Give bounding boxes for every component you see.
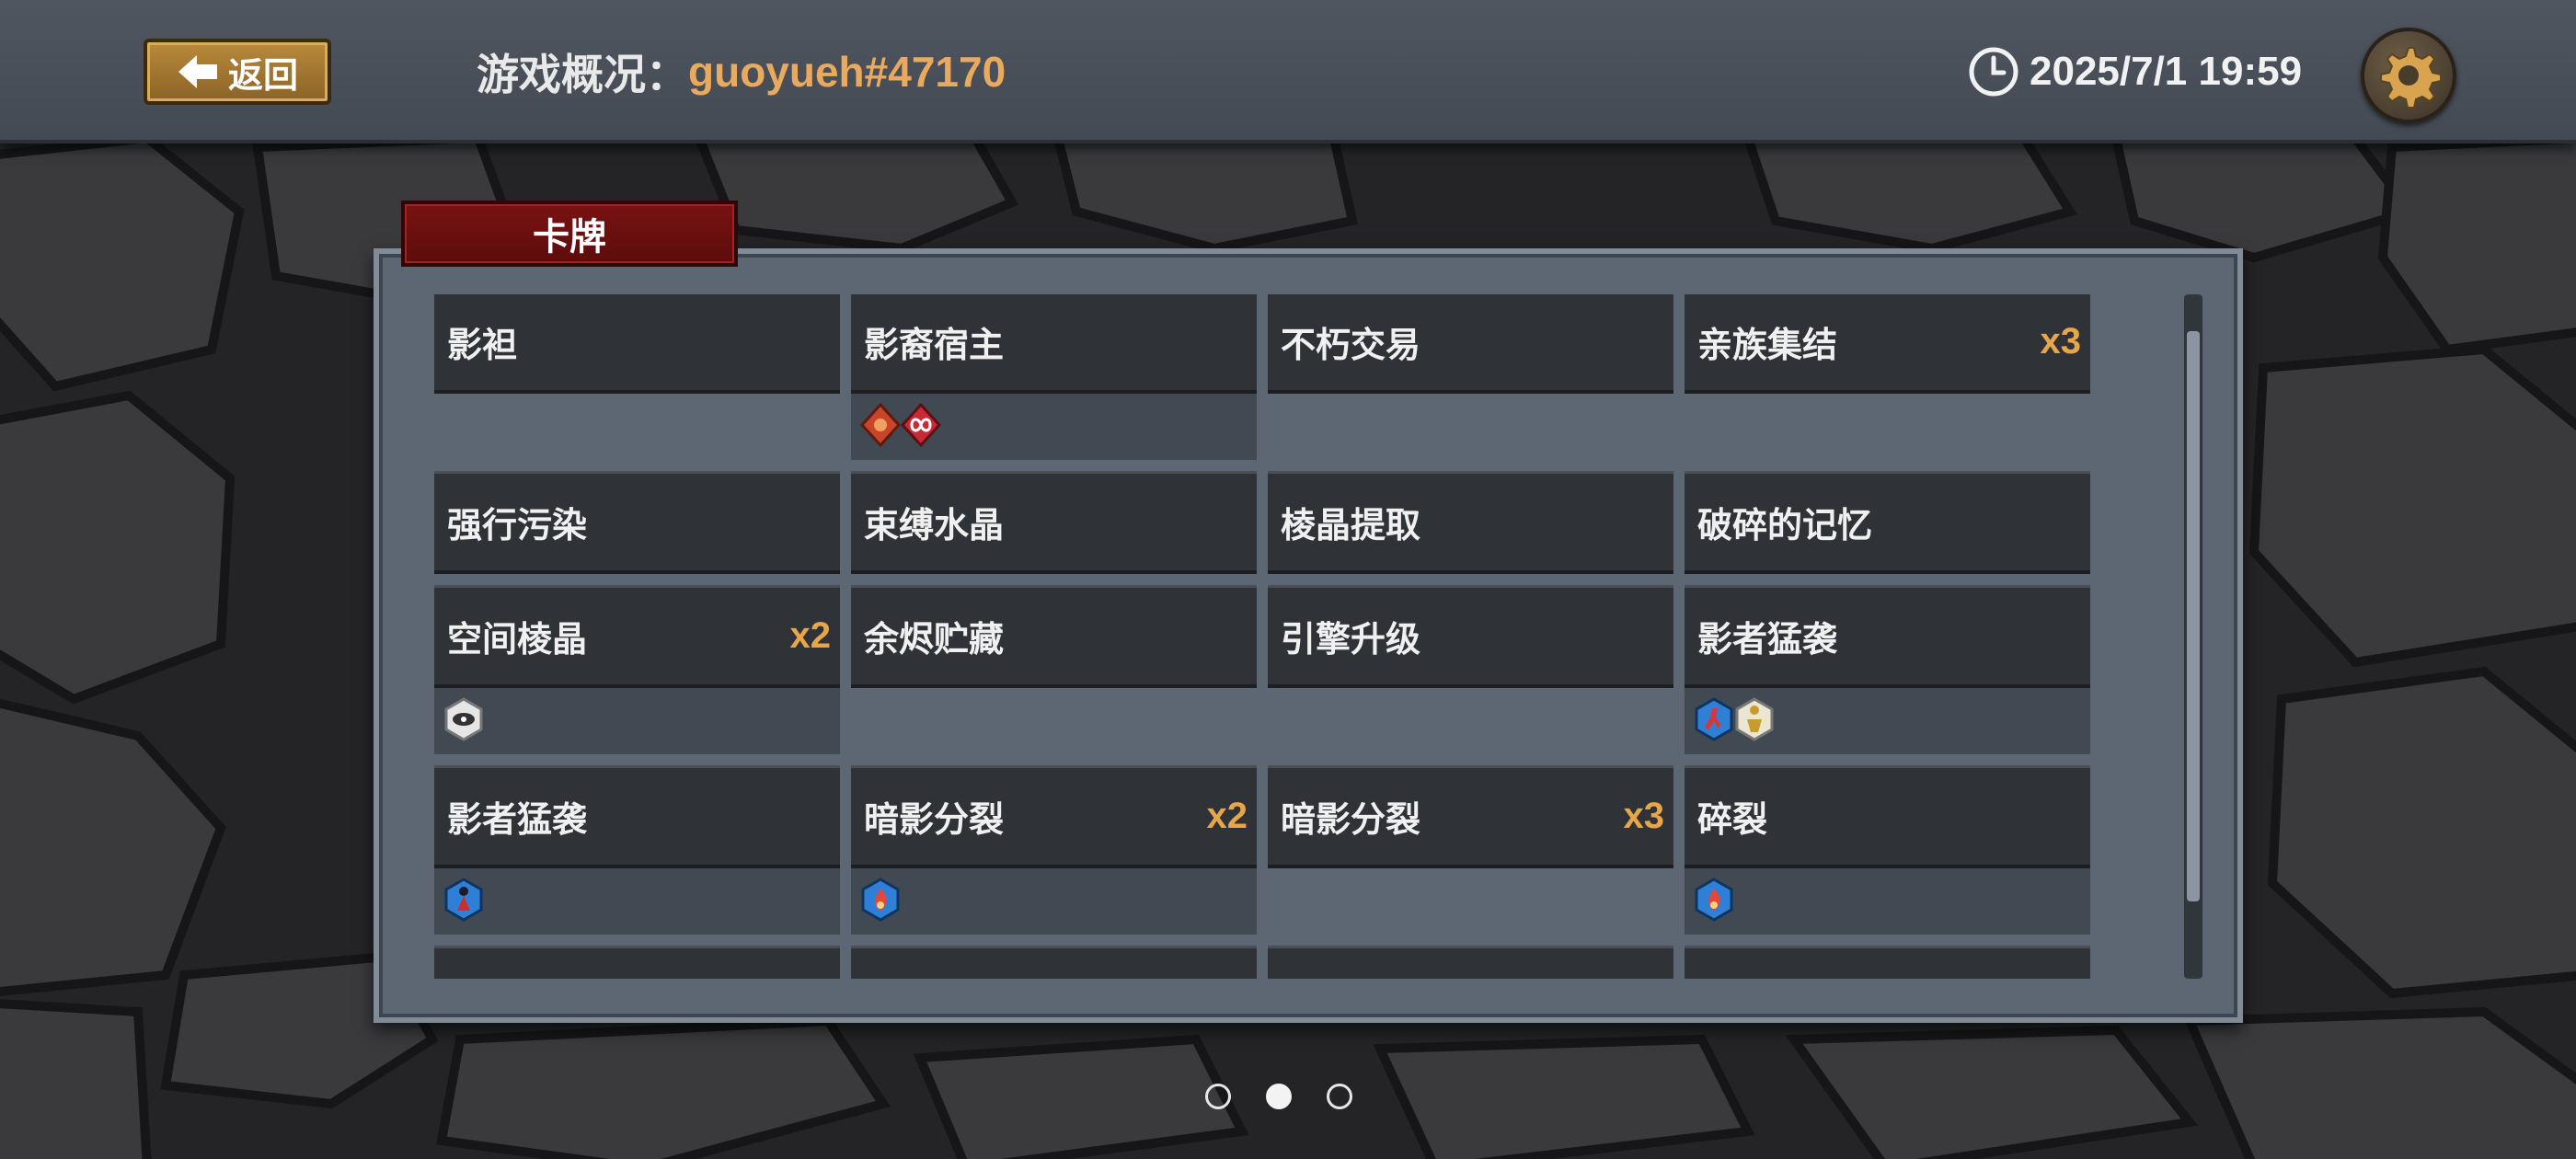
card-item[interactable]: 棱晶提取 xyxy=(1268,471,1673,574)
card-item[interactable]: 空间棱晶 x2 xyxy=(434,585,840,688)
title-prefix: 游戏概况： xyxy=(477,51,688,98)
card-name: 棱晶提取 xyxy=(1281,507,1421,545)
card-count: x2 xyxy=(789,615,832,656)
card-grid[interactable]: 影袒 影裔宿主 不朽交易 亲族集结 x3 强行污染 束缚水晶 棱晶提取 破碎的记忆空间棱晶 x2 余… xyxy=(434,294,2090,979)
card-count: x3 xyxy=(2040,321,2082,361)
card-row: 影袒 影裔宿主 不朽交易 亲族集结 x3 xyxy=(434,294,2090,394)
card-name: 影裔宿主 xyxy=(864,327,1005,365)
card-count: x2 xyxy=(1206,796,1248,836)
card-item[interactable]: 余烬贮藏 xyxy=(851,585,1257,688)
blue-flame-hex-icon xyxy=(1694,877,1734,926)
white-figure-hex-icon xyxy=(1734,696,1775,746)
card-name: 不朽交易 xyxy=(1281,327,1421,365)
card-count: x4 xyxy=(790,976,832,979)
card-name: 无用负荷 xyxy=(1697,971,1837,979)
card-item[interactable]: 引擎升级 xyxy=(1268,585,1673,688)
card-item[interactable]: 强行污染 xyxy=(434,471,840,574)
red-diamond-infinity-icon xyxy=(900,402,942,452)
card-icon-cell xyxy=(1685,688,2090,754)
page-dot-1[interactable] xyxy=(1205,1084,1231,1109)
blue-figure-hex-icon xyxy=(443,877,484,926)
page-title: 游戏概况： guoyueh#47170 xyxy=(477,44,1006,99)
card-name: 碎裂 xyxy=(447,971,517,979)
top-bar: 返回 游戏概况： guoyueh#47170 2025/7/1 19:59 xyxy=(0,0,2576,143)
card-name: 影者猛袭 xyxy=(1697,621,1838,660)
blue-runner-hex-icon xyxy=(1694,696,1734,746)
settings-button[interactable] xyxy=(2361,28,2456,123)
arrow-left-icon xyxy=(178,55,217,88)
blue-flame-hex-icon xyxy=(860,877,901,926)
card-name: 空间棱晶 xyxy=(447,621,588,660)
card-icon-cell xyxy=(1268,688,1673,754)
row-spacer xyxy=(434,460,2090,471)
card-icon-row xyxy=(434,868,2090,935)
card-name: 影袒 xyxy=(447,327,518,365)
white-eye-hex-icon xyxy=(443,696,484,746)
card-icon-cell xyxy=(1685,868,2090,935)
card-count: x2 xyxy=(2041,976,2082,979)
card-row: 强行污染 束缚水晶 棱晶提取 破碎的记忆 xyxy=(434,471,2090,574)
page-indicator xyxy=(1205,1084,1352,1109)
back-button-label: 返回 xyxy=(227,56,298,96)
card-item[interactable]: 知识的力量 xyxy=(1268,946,1673,979)
datetime-display: 2025/7/1 19:59 xyxy=(1967,44,2302,99)
card-name: 知识的力量 xyxy=(1281,971,1455,979)
card-name: 亲族集结 xyxy=(1697,327,1838,365)
card-icon-row xyxy=(434,688,2090,754)
card-item[interactable]: 影裔宿主 xyxy=(851,294,1257,394)
card-name: 影者猛袭 xyxy=(447,801,588,840)
card-icon-cell xyxy=(1268,868,1673,935)
card-name: 引擎升级 xyxy=(1281,621,1421,660)
card-item[interactable]: 无用负荷 x2 xyxy=(1685,946,2090,979)
card-item[interactable]: 不朽交易 xyxy=(1268,294,1673,394)
card-icon-cell xyxy=(434,868,840,935)
tab-cards[interactable]: 卡牌 xyxy=(401,201,738,267)
card-name: 暗影分裂 xyxy=(864,801,1005,840)
gear-icon xyxy=(2380,47,2442,109)
clock-icon xyxy=(1969,47,2018,97)
card-icon-cell xyxy=(1685,394,2090,460)
datetime-text: 2025/7/1 19:59 xyxy=(2030,49,2303,94)
card-row: 碎裂 x4 灵魂交响曲 知识的力量 无用负荷 x2 xyxy=(434,946,2090,979)
card-row: 影者猛袭 暗影分裂 x2 暗影分裂 x3 碎裂 xyxy=(434,765,2090,868)
card-count: x3 xyxy=(1623,796,1665,836)
card-item[interactable]: 灵魂交响曲 xyxy=(851,946,1257,979)
card-icon-cell xyxy=(1268,394,1673,460)
card-name: 强行污染 xyxy=(447,507,588,545)
card-item[interactable]: 暗影分裂 x2 xyxy=(851,765,1257,868)
card-icon-cell xyxy=(851,394,1257,460)
card-name: 束缚水晶 xyxy=(864,507,1005,545)
back-button[interactable]: 返回 xyxy=(144,39,331,105)
card-item[interactable]: 碎裂 xyxy=(1685,765,2090,868)
card-name: 碎裂 xyxy=(1697,801,1768,840)
card-name: 灵魂交响曲 xyxy=(864,971,1039,979)
card-icon-cell xyxy=(434,394,840,460)
card-item[interactable]: 破碎的记忆 xyxy=(1685,471,2090,574)
card-name: 余烬贮藏 xyxy=(864,621,1005,660)
card-item[interactable]: 亲族集结 x3 xyxy=(1685,294,2090,394)
row-spacer xyxy=(434,574,2090,585)
row-spacer xyxy=(434,754,2090,765)
card-item[interactable]: 碎裂 x4 xyxy=(434,946,840,979)
card-item[interactable]: 暗影分裂 x3 xyxy=(1268,765,1673,868)
card-item[interactable]: 束缚水晶 xyxy=(851,471,1257,574)
card-icon-cell xyxy=(434,688,840,754)
card-item[interactable]: 影者猛袭 xyxy=(1685,585,2090,688)
card-item[interactable]: 影袒 xyxy=(434,294,840,394)
card-item[interactable]: 影者猛袭 xyxy=(434,765,840,868)
card-name: 破碎的记忆 xyxy=(1697,507,1873,545)
red-diamond-icon xyxy=(859,402,902,452)
card-row: 空间棱晶 x2 余烬贮藏 引擎升级 影者猛袭 xyxy=(434,585,2090,688)
scrollbar-thumb[interactable] xyxy=(2187,331,2200,901)
page-dot-3[interactable] xyxy=(1327,1084,1352,1109)
card-icon-row xyxy=(434,394,2090,460)
card-grid-content: 影袒 影裔宿主 不朽交易 亲族集结 x3 强行污染 束缚水晶 棱晶提取 破碎的记忆空间棱晶 x2 余… xyxy=(434,294,2090,979)
scrollbar[interactable] xyxy=(2184,294,2202,979)
card-icon-cell xyxy=(851,868,1257,935)
page-dot-2[interactable] xyxy=(1266,1084,1292,1109)
card-icon-cell xyxy=(851,688,1257,754)
card-name: 暗影分裂 xyxy=(1281,801,1421,840)
row-spacer xyxy=(434,935,2090,946)
username: guoyueh#47170 xyxy=(688,48,1006,96)
